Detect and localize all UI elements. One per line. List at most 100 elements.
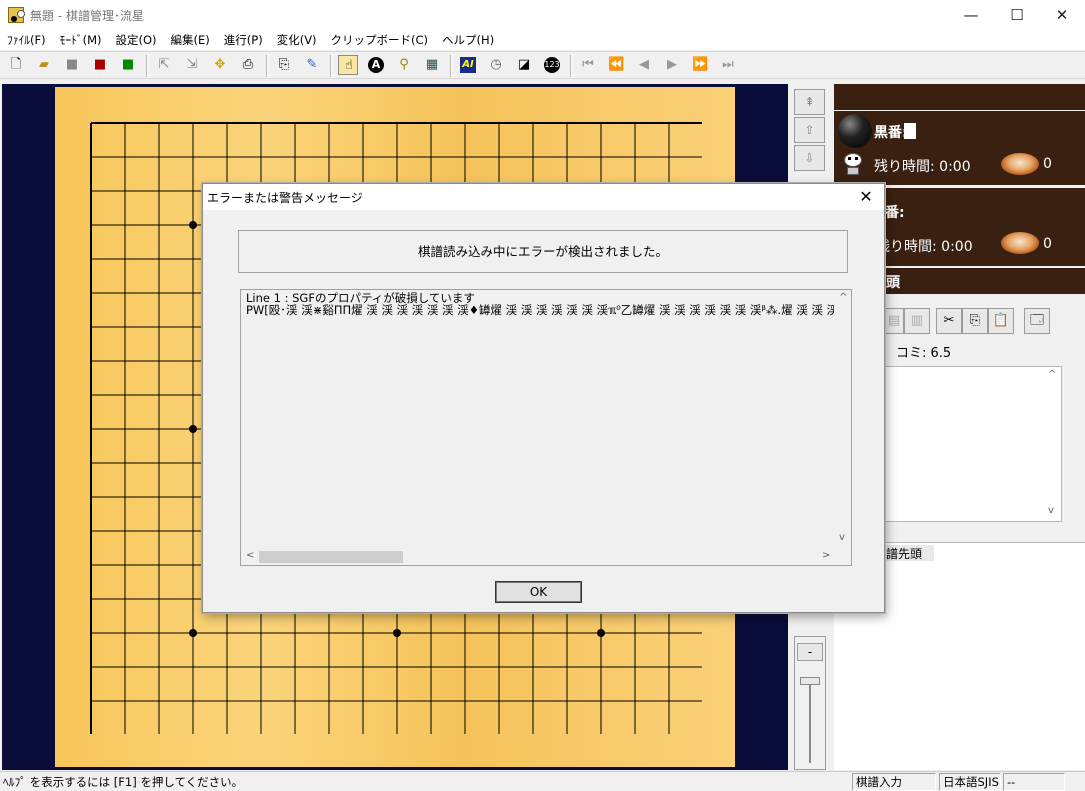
nav-first-button[interactable]: ⇞ (794, 89, 825, 115)
menu-help[interactable]: ヘルプ(H) (435, 30, 501, 50)
slider-thumb[interactable] (800, 677, 820, 685)
back-button[interactable]: ◀ (634, 55, 654, 75)
scroll-down-icon: v (839, 532, 845, 543)
robot-icon (840, 151, 866, 177)
hand-tool-button[interactable]: ☝ (338, 55, 358, 75)
star-point (189, 425, 197, 433)
forward-button[interactable]: ▶ (662, 55, 682, 75)
zoom-slider-box[interactable]: - (794, 636, 826, 770)
dialog-message: 棋譜読み込み中にエラーが検出されました。 (238, 230, 848, 273)
save-green-icon: ■ (121, 57, 135, 72)
white-time-remaining: 残り時間: 0:00 (876, 239, 973, 255)
black-stone-icon (838, 114, 872, 148)
save-red-icon: ■ (93, 57, 107, 72)
black-player-panel: 黒番: 残り時間: 0:00 0 (834, 111, 1085, 185)
comment-next-button[interactable]: ▥ (904, 308, 930, 334)
horizontal-scroll-thumb[interactable] (259, 551, 403, 563)
clock-button[interactable]: ◷ (486, 55, 506, 75)
comment-settings-button[interactable]: 🗔 (1024, 308, 1050, 334)
go-last-button[interactable]: ⏭ (718, 55, 738, 75)
menu-clipboard[interactable]: クリップボード(C) (324, 30, 436, 50)
pen-icon: ✎ (306, 57, 318, 72)
printer-icon: ⎙ (242, 57, 254, 72)
up-icon: ⇧ (804, 123, 815, 137)
paste-button[interactable]: 📋 (988, 308, 1014, 334)
ai-button[interactable]: AI (458, 55, 478, 75)
calculator-button[interactable]: ▦ (422, 55, 442, 75)
dialog-close-button[interactable]: ✕ (852, 185, 880, 209)
star-point (597, 629, 605, 637)
scissors-icon: ✂ (943, 313, 955, 328)
new-file-button[interactable]: 🗋 (6, 55, 26, 75)
back-ten-button[interactable]: ⏪ (606, 55, 626, 75)
import-button[interactable]: ⇱ (154, 55, 174, 75)
save-button[interactable]: ■ (62, 55, 82, 75)
zoom-minus-button[interactable]: - (797, 643, 823, 661)
search-button[interactable]: ⚲ (394, 55, 414, 75)
export-button[interactable]: ⇲ (182, 55, 202, 75)
nav-down-button[interactable]: ⇩ (794, 145, 825, 171)
export-icon: ⇲ (186, 57, 198, 72)
search-icon: ⚲ (399, 57, 409, 72)
window-titlebar[interactable]: 無題 - 棋譜管理･流星 — ☐ ✕ (0, 0, 1085, 30)
close-button[interactable]: ✕ (1039, 0, 1085, 30)
board-setup-button[interactable]: ✥ (210, 55, 230, 75)
menu-settings[interactable]: 設定(O) (109, 30, 164, 50)
clock-icon: ◷ (490, 57, 502, 72)
black-captures-bowl-icon (1001, 153, 1039, 175)
dialog-title: エラーまたは警告メッセージ (207, 191, 363, 205)
go-first-button[interactable]: ⏮ (578, 55, 598, 75)
dialog-titlebar[interactable]: エラーまたは警告メッセージ ✕ (203, 184, 884, 210)
forward-ten-button[interactable]: ⏩ (690, 55, 710, 75)
label-button[interactable]: A (366, 55, 386, 75)
ai-icon: AI (460, 57, 476, 73)
hand-icon: ☝ (345, 58, 353, 73)
white-label: 番: (885, 205, 905, 221)
error-detail-line-2: PW[殴･渓 渓⋇谿ΠΠ燿 渓 渓 渓 渓 渓 渓 渓♦罇燿 渓 渓 渓 渓 渓… (246, 303, 835, 317)
menu-file[interactable]: ﾌｧｲﾙ(F) (0, 30, 53, 50)
minimize-button[interactable]: — (948, 0, 994, 30)
nav-up-button[interactable]: ⇧ (794, 117, 825, 143)
import-icon: ⇱ (158, 57, 170, 72)
tree-first-node-label[interactable]: 譜先頭 (884, 545, 934, 561)
ok-button[interactable]: OK (495, 581, 582, 603)
edit-diagram-button[interactable]: ⎘ (274, 55, 294, 75)
move-number-button[interactable]: 123 (542, 55, 562, 75)
error-detail-textbox[interactable]: Line 1 : SGFのプロパティが破損しています PW[殴･渓 渓⋇谿ΠΠ燿… (240, 289, 852, 566)
save-as-button[interactable]: ■ (90, 55, 110, 75)
page-back-icon: ▤ (887, 313, 901, 328)
comment-prev-button[interactable]: ▤ (884, 308, 904, 334)
star-point (189, 221, 197, 229)
copy-button[interactable]: ⎘ (962, 308, 988, 334)
status-extra: -- (1003, 773, 1065, 791)
cut-button[interactable]: ✂ (936, 308, 962, 334)
maximize-button[interactable]: ☐ (994, 0, 1040, 30)
scroll-right-icon: > (822, 550, 831, 561)
print-button[interactable]: ⎙ (238, 55, 258, 75)
detail-vertical-scrollbar[interactable]: ^ v (834, 290, 851, 548)
move-number-icon: 123 (544, 57, 560, 73)
circle-a-icon: A (368, 57, 384, 73)
copy-icon: ⎘ (969, 313, 981, 328)
pen-button[interactable]: ✎ (302, 55, 322, 75)
back-icon: ◀ (639, 57, 649, 72)
calculator-icon: ▦ (425, 57, 439, 72)
error-dialog: エラーまたは警告メッセージ ✕ 棋譜読み込み中にエラーが検出されました。 Lin… (202, 183, 885, 613)
comment-scrollbar[interactable]: ^ v (1044, 367, 1061, 521)
new-file-icon: 🗋 (10, 57, 22, 72)
black-name-field[interactable] (904, 123, 916, 139)
diagram-icon: ⎘ (278, 57, 290, 72)
scroll-left-icon: < (246, 550, 255, 561)
menu-mode[interactable]: ﾓｰﾄﾞ(M) (53, 30, 109, 50)
panel-top-strip (834, 84, 1085, 110)
status-encoding: 日本語SJIS (939, 773, 1001, 791)
open-button[interactable]: ▰ (34, 55, 54, 75)
menu-variation[interactable]: 変化(V) (270, 30, 324, 50)
scroll-up-icon: ^ (839, 292, 848, 303)
white-captures: 0 (1043, 236, 1052, 252)
menu-edit[interactable]: 編集(E) (164, 30, 217, 50)
black-white-button[interactable]: ◪ (514, 55, 534, 75)
save-all-button[interactable]: ■ (118, 55, 138, 75)
detail-horizontal-scrollbar[interactable]: < > (241, 548, 835, 565)
menu-progress[interactable]: 進行(P) (217, 30, 270, 50)
